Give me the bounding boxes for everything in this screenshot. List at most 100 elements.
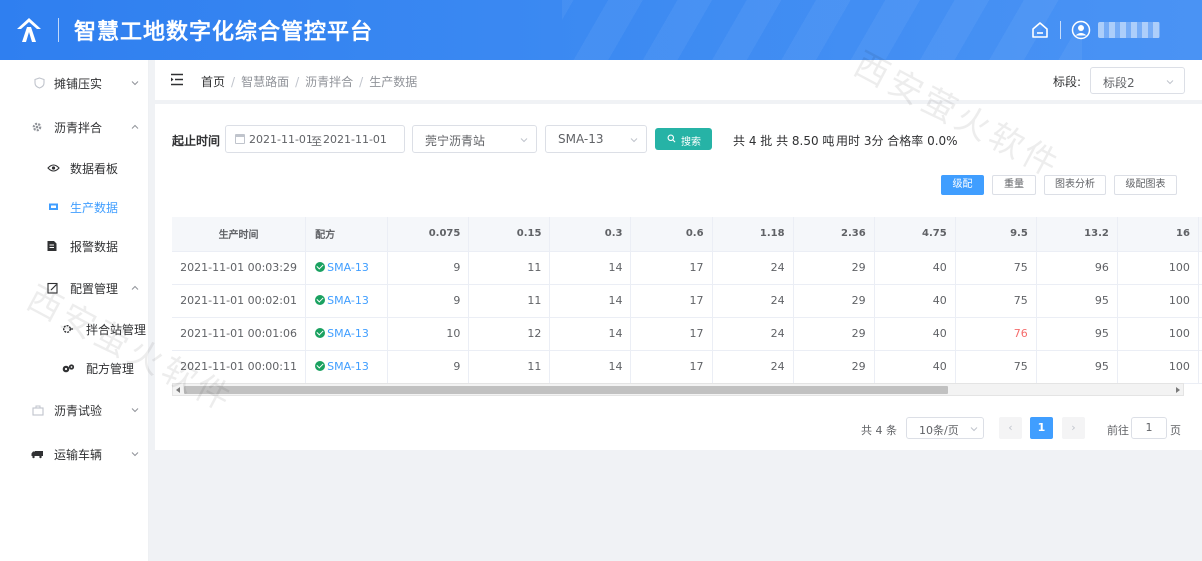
scrollbar-thumb[interactable] xyxy=(184,386,948,394)
road-logo-icon[interactable] xyxy=(14,15,44,45)
sidebar-item-asphalt-mixing[interactable]: 沥青拌合 xyxy=(0,107,149,147)
scroll-right-arrow-icon[interactable] xyxy=(1176,387,1180,393)
recipe-link[interactable]: SMA-13 xyxy=(327,360,369,373)
column-header[interactable]: 1.18 xyxy=(712,217,794,252)
user-name-blurred[interactable] xyxy=(1098,22,1160,38)
sidebar-fold-icon[interactable] xyxy=(170,73,184,86)
main-content: 起止时间 2021-11-01 至 2021-11-01 莞宁沥青站 SMA-1… xyxy=(155,104,1202,450)
recipe-link[interactable]: SMA-13 xyxy=(327,261,369,274)
sieve-value-cell: 12 xyxy=(468,317,551,351)
table-row[interactable]: 2021-11-01 00:00:11 SMA-13 9 11 14 17 24 29 40 75… xyxy=(172,350,1202,384)
table-row[interactable]: 2021-11-01 00:03:29 SMA-13 9 11 14 17 24 29 40 75… xyxy=(172,251,1202,285)
chart-analysis-button[interactable]: 图表分析 xyxy=(1044,175,1106,195)
column-header[interactable]: 2.36 xyxy=(793,217,875,252)
goto-page-input[interactable]: 1 xyxy=(1131,417,1167,439)
time-range-label: 起止时间 xyxy=(172,134,221,148)
search-button[interactable]: 搜索 xyxy=(655,128,712,150)
scroll-left-arrow-icon[interactable] xyxy=(176,387,180,393)
time-pass-summary: 用时 3分 合格率 0.0% xyxy=(836,134,958,148)
search-button-label: 搜索 xyxy=(681,137,701,148)
weight-button[interactable]: 重量 xyxy=(992,175,1036,195)
station-select[interactable]: 莞宁沥青站 xyxy=(412,125,537,153)
sieve-value-cell: 17 xyxy=(630,284,713,318)
column-header[interactable]: 0.3 xyxy=(549,217,632,252)
segment-select[interactable]: 标段2 xyxy=(1090,67,1185,94)
sieve-value-cell: 14 xyxy=(549,251,632,285)
sieve-value-cell: 100 xyxy=(1117,317,1199,351)
sieve-value-cell: 40 xyxy=(874,251,956,285)
date-range-picker[interactable]: 2021-11-01 至 2021-11-01 xyxy=(225,125,405,153)
column-header[interactable]: 19 xyxy=(1198,217,1202,252)
sieve-value-cell: 40 xyxy=(874,284,956,318)
sieve-value-cell: 75 xyxy=(955,284,1037,318)
check-circle-icon xyxy=(315,295,326,305)
sidebar-item-asphalt-test[interactable]: 沥青试验 xyxy=(0,390,149,430)
sieve-value-cell: 9 xyxy=(387,251,470,285)
sidebar-item-label: 运输车辆 xyxy=(54,447,103,462)
recipe-select[interactable]: SMA-13 xyxy=(545,125,647,153)
column-header[interactable]: 16 xyxy=(1117,217,1199,252)
sieve-value-cell: 100 xyxy=(1198,251,1202,285)
date-end[interactable]: 2021-11-01 xyxy=(323,133,387,146)
prev-page-button[interactable]: ‹ xyxy=(999,417,1022,439)
sieve-value-cell: 100 xyxy=(1198,350,1202,384)
recipe-link[interactable]: SMA-13 xyxy=(327,327,369,340)
column-header[interactable]: 9.5 xyxy=(955,217,1037,252)
column-header[interactable]: 0.15 xyxy=(468,217,551,252)
sidebar-item-dashboard[interactable]: 数据看板 xyxy=(0,148,149,188)
production-time-cell: 2021-11-01 00:03:29 xyxy=(172,251,307,285)
grading-button[interactable]: 级配 xyxy=(941,175,984,195)
grading-chart-button[interactable]: 级配图表 xyxy=(1114,175,1177,195)
home-icon[interactable] xyxy=(1030,20,1050,40)
page-size-select[interactable]: 10条/页 xyxy=(906,417,984,439)
column-header[interactable]: 13.2 xyxy=(1036,217,1118,252)
breadcrumb-item[interactable]: 智慧路面 xyxy=(241,75,289,89)
chevron-down-icon xyxy=(520,138,528,143)
app-title: 智慧工地数字化综合管控平台 xyxy=(74,20,374,45)
sidebar-item-transport-vehicles[interactable]: 运输车辆 xyxy=(0,434,149,474)
truck-icon xyxy=(30,447,44,461)
breadcrumb-item[interactable]: 沥青拌合 xyxy=(305,75,353,89)
page-number-button[interactable]: 1 xyxy=(1030,417,1053,439)
horizontal-scrollbar[interactable] xyxy=(172,383,1184,396)
column-header[interactable]: 0.6 xyxy=(630,217,713,252)
column-header[interactable]: 配方 xyxy=(305,217,389,252)
sieve-value-cell: 95 xyxy=(1036,317,1118,351)
header-separator xyxy=(58,18,59,42)
column-header[interactable]: 0.075 xyxy=(387,217,470,252)
chevron-down-icon xyxy=(131,408,139,413)
sieve-value-cell: 100 xyxy=(1198,284,1202,318)
date-start[interactable]: 2021-11-01 xyxy=(249,133,313,146)
breadcrumb-home[interactable]: 首页 xyxy=(201,75,225,89)
recipe-cell: SMA-13 xyxy=(305,284,389,318)
table-row[interactable]: 2021-11-01 00:01:06 SMA-13 10 12 14 17 24 29 40 7… xyxy=(172,317,1202,351)
sidebar-item-label: 配置管理 xyxy=(70,281,119,296)
sidebar-item-production-data[interactable]: 生产数据 xyxy=(0,187,149,227)
sidebar-item-label: 配方管理 xyxy=(86,361,135,376)
sidebar-item-config[interactable]: 配置管理 xyxy=(0,268,149,308)
sidebar-item-recipe-management[interactable]: 配方管理 xyxy=(0,348,149,388)
sidebar-item-paving[interactable]: 摊铺压实 xyxy=(0,63,149,103)
sidebar-item-alarm-data[interactable]: 报警数据 xyxy=(0,226,149,266)
recipe-link[interactable]: SMA-13 xyxy=(327,294,369,307)
sieve-value-cell: 29 xyxy=(793,317,875,351)
date-separator: 至 xyxy=(311,135,322,148)
column-header[interactable]: 4.75 xyxy=(874,217,956,252)
production-time-cell: 2021-11-01 00:01:06 xyxy=(172,317,307,351)
header-decoration xyxy=(562,0,1082,60)
sieve-value-cell: 29 xyxy=(793,284,875,318)
table-row[interactable]: 2021-11-01 00:02:01 SMA-13 9 11 14 17 24 29 40 75… xyxy=(172,284,1202,318)
page-size-value: 10条/页 xyxy=(919,424,959,437)
top-header: 智慧工地数字化综合管控平台 xyxy=(0,0,1202,60)
sieve-value-cell: 11 xyxy=(468,350,551,384)
briefcase-icon xyxy=(31,403,45,417)
sidebar-item-label: 沥青试验 xyxy=(54,403,103,418)
sidebar-item-label: 摊铺压实 xyxy=(54,76,103,91)
table-header-row: 生产时间 配方 0.075 0.15 0.3 0.6 1.18 2.36 4.7… xyxy=(172,217,1202,252)
chevron-down-icon xyxy=(970,427,978,432)
sidebar-item-station-management[interactable]: 拌合站管理 xyxy=(0,309,149,349)
next-page-button[interactable]: › xyxy=(1062,417,1085,439)
user-avatar-icon[interactable] xyxy=(1071,20,1091,40)
sieve-value-cell: 14 xyxy=(549,284,632,318)
column-header[interactable]: 生产时间 xyxy=(172,217,307,252)
